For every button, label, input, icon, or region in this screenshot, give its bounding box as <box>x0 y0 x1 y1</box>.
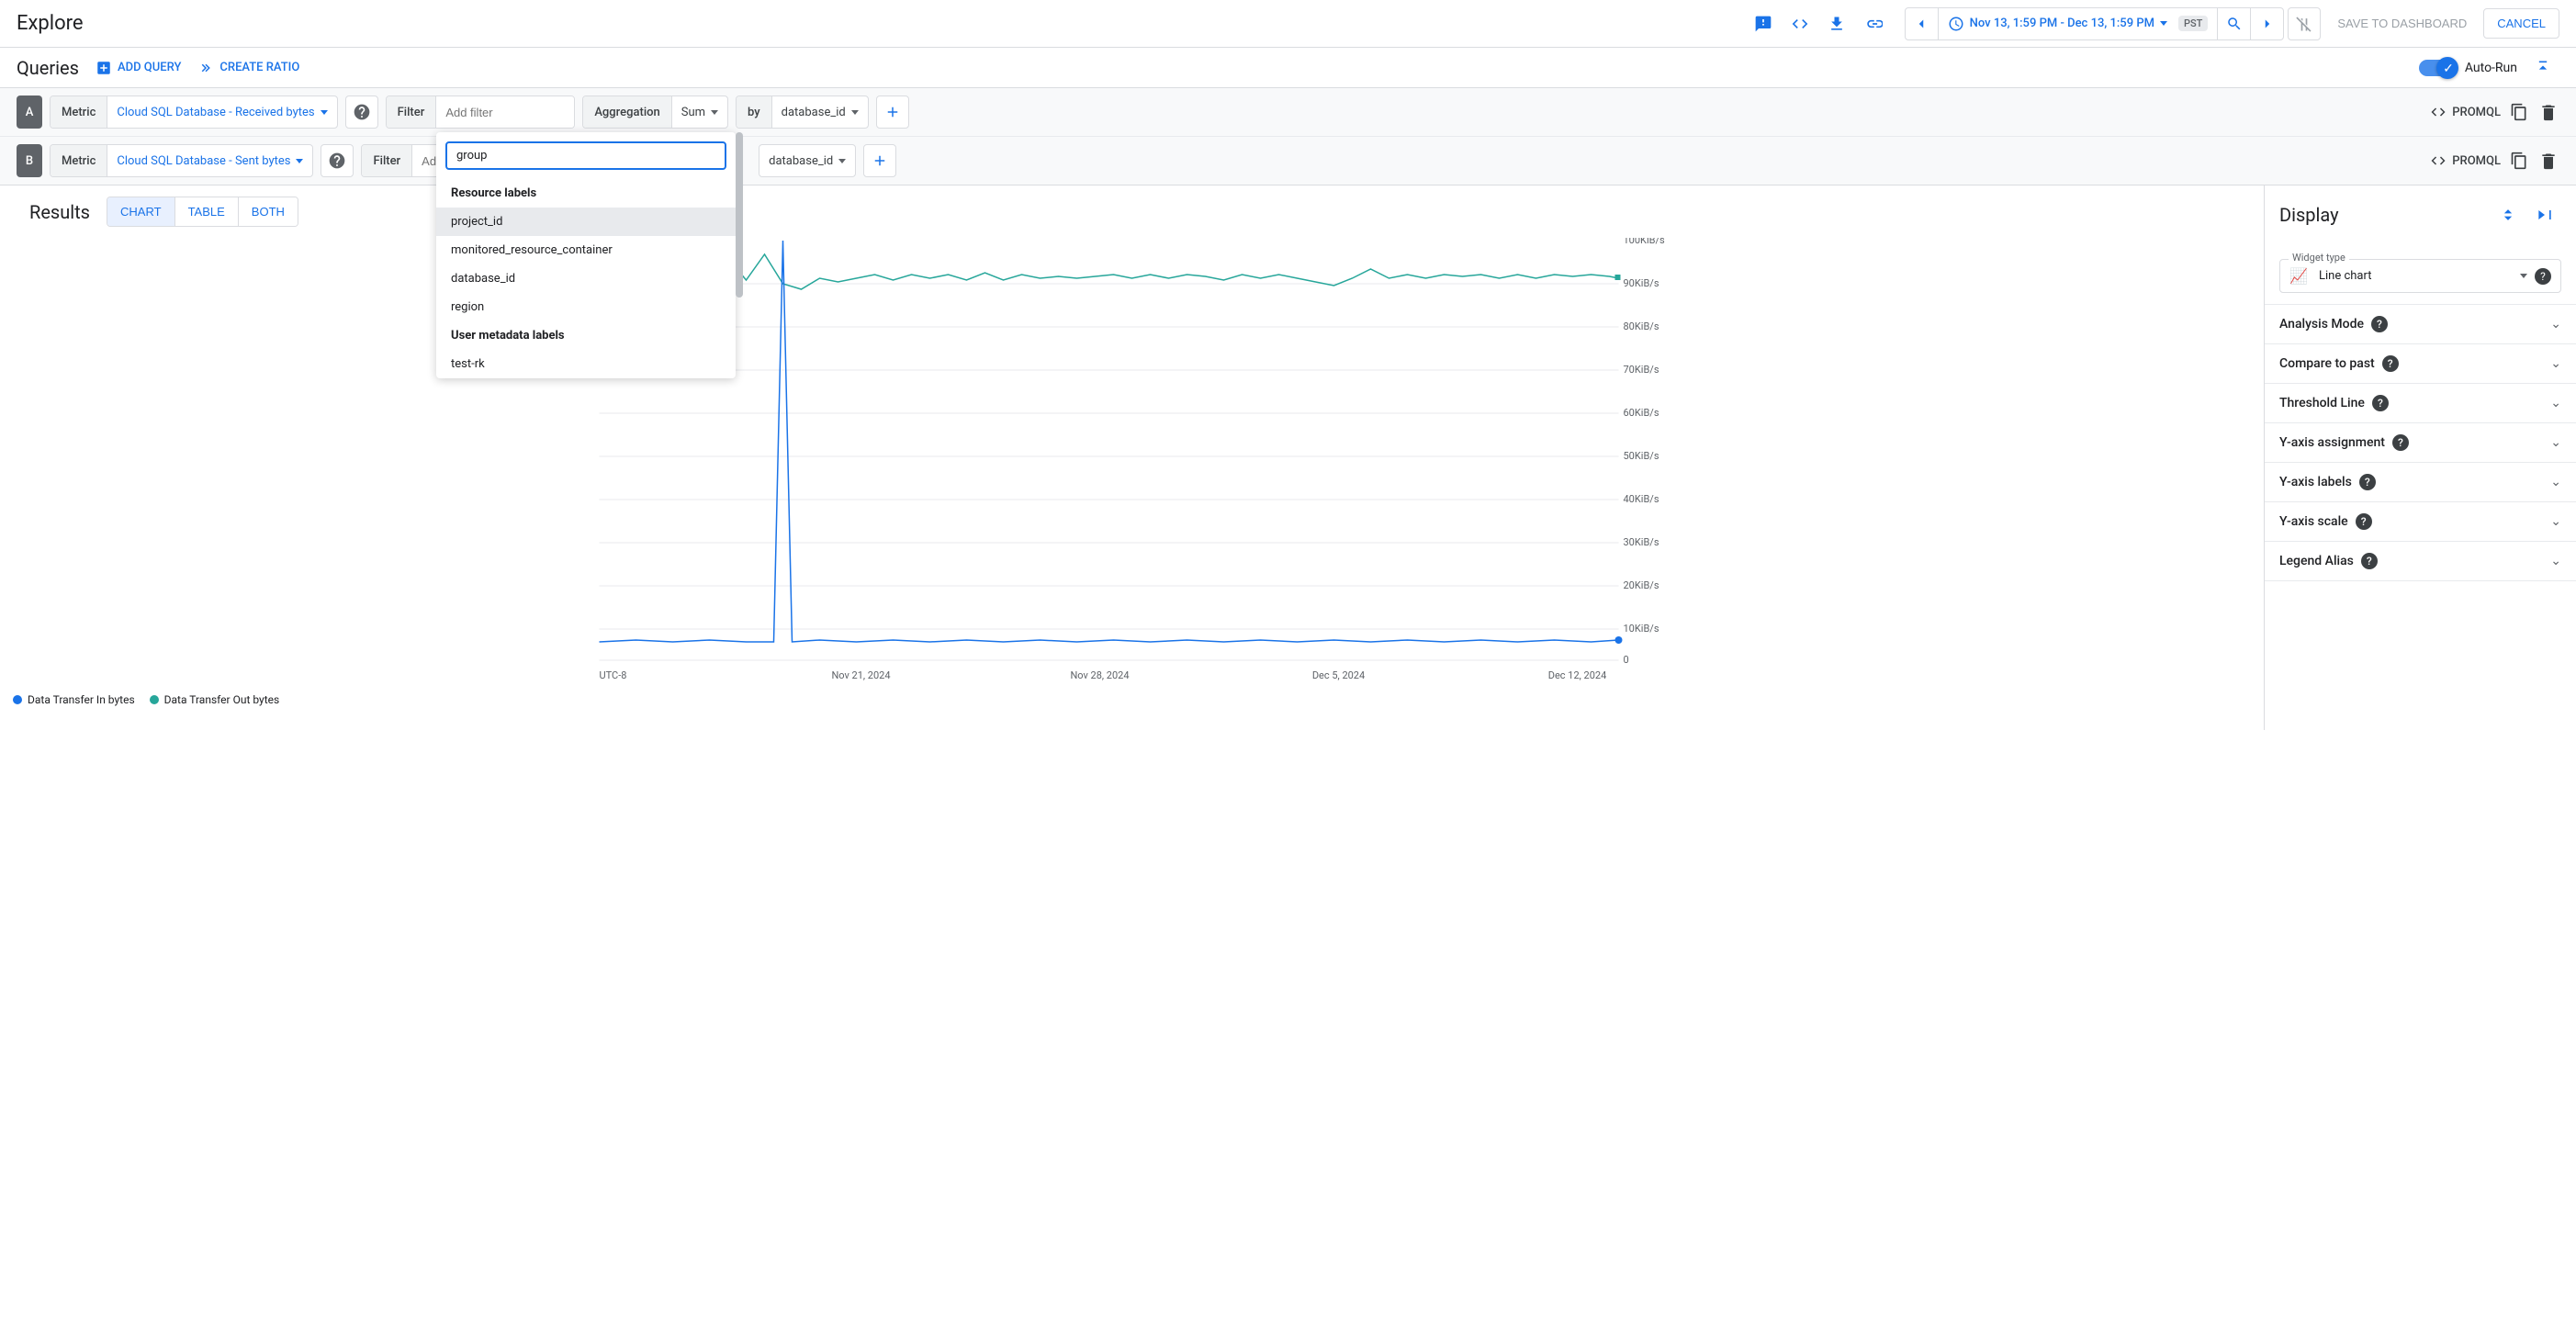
legend-out-bytes: Data Transfer Out bytes <box>150 693 280 706</box>
svg-text:20KiB/s: 20KiB/s <box>1624 579 1659 591</box>
svg-text:80KiB/s: 80KiB/s <box>1624 320 1659 332</box>
metric-label-b: Metric <box>51 145 107 176</box>
metric-selector-b[interactable]: Cloud SQL Database - Sent bytes <box>107 154 312 168</box>
filter-section-resource: Resource labels <box>436 179 736 208</box>
create-ratio-button[interactable]: CREATE RATIO <box>197 60 299 76</box>
time-prev-button[interactable] <box>1906 8 1939 39</box>
filter-item-project-id[interactable]: project_id <box>436 208 736 236</box>
by-label-a: by <box>737 96 772 128</box>
add-group-a[interactable] <box>876 96 909 129</box>
by-selector-b[interactable]: database_id <box>759 154 855 168</box>
svg-text:Nov 28, 2024: Nov 28, 2024 <box>1070 669 1129 681</box>
query-row-b: B Metric Cloud SQL Database - Sent bytes… <box>0 136 2576 185</box>
time-range-picker[interactable]: Nov 13, 1:59 PM - Dec 13, 1:59 PM PST <box>1939 16 2218 32</box>
queries-title: Queries <box>17 57 79 79</box>
time-next-button[interactable] <box>2250 8 2283 39</box>
filter-dropdown: group Resource labels project_id monitor… <box>436 132 736 378</box>
embed-icon[interactable] <box>1783 7 1817 40</box>
widget-type-selector[interactable]: 📈 Line chart ? <box>2279 259 2561 293</box>
svg-text:UTC-8: UTC-8 <box>600 669 627 681</box>
query-row-a: A Metric Cloud SQL Database - Received b… <box>0 88 2576 136</box>
display-expand-icon[interactable] <box>2492 198 2525 231</box>
add-query-button[interactable]: ADD QUERY <box>96 60 181 76</box>
tab-table[interactable]: TABLE <box>174 197 238 226</box>
svg-text:30KiB/s: 30KiB/s <box>1624 536 1659 548</box>
tab-chart[interactable]: CHART <box>107 197 174 226</box>
filter-search-input[interactable]: group <box>445 141 726 170</box>
svg-text:0: 0 <box>1624 654 1629 666</box>
autorun-label: Auto-Run <box>2465 61 2517 75</box>
collapse-queries-icon[interactable] <box>2526 51 2559 84</box>
svg-text:70KiB/s: 70KiB/s <box>1624 364 1659 376</box>
metric-label: Metric <box>51 96 107 128</box>
delete-query-a[interactable] <box>2537 101 2559 123</box>
accordion-yaxis-labels[interactable]: Y-axis labels?⌄ <box>2265 462 2576 501</box>
query-letter-b: B <box>17 144 42 177</box>
autorun-toggle[interactable]: ✓ <box>2419 60 2456 76</box>
accordion-compare-past[interactable]: Compare to past?⌄ <box>2265 343 2576 383</box>
add-group-b[interactable] <box>863 144 896 177</box>
accordion-threshold-line[interactable]: Threshold Line?⌄ <box>2265 383 2576 422</box>
compare-disabled-icon <box>2288 7 2321 40</box>
filter-label-b: Filter <box>362 145 412 176</box>
svg-text:40KiB/s: 40KiB/s <box>1624 493 1659 505</box>
chart: 100KiB/s 90KiB/s 80KiB/s 70KiB/s 60KiB/s… <box>13 238 2251 688</box>
query-letter-a: A <box>17 96 42 129</box>
filter-label-a: Filter <box>387 96 437 128</box>
aggregation-label-a: Aggregation <box>583 96 671 128</box>
metric-help-a[interactable] <box>345 96 378 129</box>
copy-query-a[interactable] <box>2508 101 2530 123</box>
by-selector-a[interactable]: database_id <box>772 106 868 119</box>
timezone-badge: PST <box>2178 16 2208 31</box>
accordion-yaxis-assignment[interactable]: Y-axis assignment?⌄ <box>2265 422 2576 462</box>
copy-query-b[interactable] <box>2508 150 2530 172</box>
accordion-legend-alias[interactable]: Legend Alias?⌄ <box>2265 541 2576 581</box>
svg-text:100KiB/s: 100KiB/s <box>1624 238 1666 246</box>
line-chart-icon: 📈 <box>2289 267 2312 285</box>
svg-text:60KiB/s: 60KiB/s <box>1624 407 1659 419</box>
filter-input-a[interactable] <box>436 96 574 128</box>
svg-text:Dec 12, 2024: Dec 12, 2024 <box>1548 669 1607 681</box>
cancel-button[interactable]: CANCEL <box>2483 8 2559 39</box>
page-title: Explore <box>17 12 84 35</box>
filter-item-database-id[interactable]: database_id <box>436 264 736 293</box>
widget-type-label: Widget type <box>2289 252 2349 264</box>
promql-button-b[interactable]: PROMQL <box>2430 152 2501 169</box>
svg-text:Dec 5, 2024: Dec 5, 2024 <box>1312 669 1365 681</box>
metric-help-b[interactable] <box>321 144 354 177</box>
accordion-yaxis-scale[interactable]: Y-axis scale?⌄ <box>2265 501 2576 541</box>
time-search-button[interactable] <box>2217 8 2250 39</box>
filter-item-region[interactable]: region <box>436 293 736 321</box>
link-icon[interactable] <box>1857 7 1890 40</box>
filter-item-monitored-resource[interactable]: monitored_resource_container <box>436 236 736 264</box>
save-to-dashboard-button[interactable]: SAVE TO DASHBOARD <box>2324 9 2480 38</box>
display-title: Display <box>2279 204 2339 226</box>
legend-in-bytes: Data Transfer In bytes <box>13 693 135 706</box>
feedback-icon[interactable] <box>1747 7 1780 40</box>
tab-both[interactable]: BOTH <box>238 197 298 226</box>
filter-item-test-rk[interactable]: test-rk <box>436 350 736 378</box>
svg-text:50KiB/s: 50KiB/s <box>1624 450 1659 462</box>
metric-selector-a[interactable]: Cloud SQL Database - Received bytes <box>107 106 336 119</box>
svg-text:Nov 21, 2024: Nov 21, 2024 <box>831 669 890 681</box>
delete-query-b[interactable] <box>2537 150 2559 172</box>
results-title: Results <box>29 201 90 223</box>
display-collapse-icon[interactable] <box>2528 198 2561 231</box>
download-icon[interactable] <box>1820 7 1853 40</box>
promql-button-a[interactable]: PROMQL <box>2430 104 2501 120</box>
aggregation-selector-a[interactable]: Sum <box>672 106 727 119</box>
svg-text:90KiB/s: 90KiB/s <box>1624 277 1659 289</box>
accordion-analysis-mode[interactable]: Analysis Mode?⌄ <box>2265 304 2576 343</box>
widget-help-icon[interactable]: ? <box>2535 268 2551 285</box>
filter-section-user-metadata: User metadata labels <box>436 321 736 350</box>
svg-text:10KiB/s: 10KiB/s <box>1624 623 1659 635</box>
